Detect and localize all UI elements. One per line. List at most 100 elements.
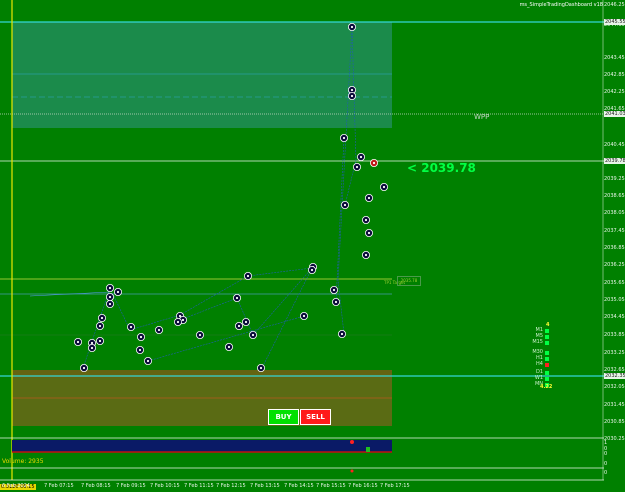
order-marker-core bbox=[372, 161, 376, 165]
timeframe-top-value: 4 bbox=[546, 322, 550, 328]
order-marker-core bbox=[342, 136, 346, 140]
order-marker-core bbox=[244, 320, 248, 324]
order-marker-core bbox=[138, 348, 142, 352]
order-marker-core bbox=[181, 318, 185, 322]
time-axis-label: 7 Feb 13:15 bbox=[250, 483, 280, 489]
timeframe-label-m15: M15 bbox=[532, 339, 543, 345]
order-marker-core bbox=[382, 185, 386, 189]
indicator-marker bbox=[350, 469, 354, 473]
order-marker-core bbox=[108, 286, 112, 290]
timeframe-signal-m15 bbox=[545, 341, 549, 345]
order-marker-core bbox=[334, 300, 338, 304]
time-axis-label: 6 Feb 2024 bbox=[2, 483, 30, 489]
price-axis-label: 2038.05 bbox=[604, 210, 625, 216]
order-marker-core bbox=[108, 295, 112, 299]
timeframe-signal-d1 bbox=[545, 371, 549, 375]
order-marker-core bbox=[332, 288, 336, 292]
order-marker-core bbox=[367, 196, 371, 200]
volume-axis-label: 0 bbox=[604, 451, 608, 457]
timeframe-signal-m30 bbox=[545, 351, 549, 355]
time-axis-label: 7 Feb 11:15 bbox=[184, 483, 214, 489]
order-marker-core bbox=[98, 324, 102, 328]
volume-marker-red bbox=[350, 440, 354, 444]
volume-label: Volume: 2935 bbox=[2, 458, 44, 465]
price-axis-label: 2035.05 bbox=[604, 297, 625, 303]
timeframe-bottom-value: 4.22 bbox=[540, 384, 553, 390]
current-price-callout: < 2039.78 bbox=[407, 161, 476, 175]
tp-value-box: 2035.78 bbox=[397, 276, 421, 286]
order-marker-core bbox=[359, 155, 363, 159]
time-axis-label: 7 Feb 07:15 bbox=[44, 483, 74, 489]
price-axis-label: 2039.25 bbox=[604, 176, 625, 182]
price-axis-label: 2043.45 bbox=[604, 55, 625, 61]
time-axis-label: 7 Feb 16:15 bbox=[348, 483, 378, 489]
time-axis-label: 7 Feb 14:15 bbox=[284, 483, 314, 489]
order-marker-core bbox=[350, 94, 354, 98]
volume-axis-label: 0 bbox=[604, 470, 608, 476]
price-axis-label: 2036.85 bbox=[604, 245, 625, 251]
order-marker-core bbox=[237, 324, 241, 328]
order-marker-core bbox=[235, 296, 239, 300]
price-axis-label: 2038.65 bbox=[604, 193, 625, 199]
window-title: ms_SimpleTradingDashboard v18 bbox=[519, 2, 603, 8]
price-axis-label: 2042.25 bbox=[604, 89, 625, 95]
timeframe-signal-h4 bbox=[545, 363, 549, 367]
time-axis-label: 7 Feb 15:15 bbox=[316, 483, 346, 489]
volume-marker-green bbox=[366, 447, 370, 452]
price-axis-label: 2037.45 bbox=[604, 228, 625, 234]
price-axis-label: 2034.45 bbox=[604, 314, 625, 320]
order-marker-core bbox=[246, 274, 250, 278]
order-marker-core bbox=[100, 316, 104, 320]
order-marker-core bbox=[139, 335, 143, 339]
order-marker-core bbox=[259, 366, 263, 370]
time-axis-label: 7 Feb 09:15 bbox=[116, 483, 146, 489]
order-marker-core bbox=[350, 88, 354, 92]
price-axis-tag-wpp: 2041.03 bbox=[604, 111, 625, 117]
order-marker-core bbox=[198, 333, 202, 337]
order-marker-core bbox=[108, 302, 112, 306]
order-marker-core bbox=[129, 325, 133, 329]
timeframe-signal-m1 bbox=[545, 329, 549, 333]
sell-button[interactable]: SELL bbox=[300, 409, 331, 425]
order-marker-core bbox=[146, 359, 150, 363]
timeframe-signal-m5 bbox=[545, 335, 549, 339]
order-marker-core bbox=[98, 339, 102, 343]
order-marker-core bbox=[364, 253, 368, 257]
wpp-label: WPP bbox=[474, 113, 490, 121]
price-axis-label: 2030.85 bbox=[604, 419, 625, 425]
time-axis-label: 7 Feb 17:15 bbox=[380, 483, 410, 489]
price-axis-label: 2032.05 bbox=[604, 384, 625, 390]
order-marker-core bbox=[116, 290, 120, 294]
order-marker-core bbox=[82, 366, 86, 370]
price-axis-label: 2033.85 bbox=[604, 332, 625, 338]
order-marker-core bbox=[310, 268, 314, 272]
order-marker-core bbox=[302, 314, 306, 318]
volume-panel bbox=[12, 440, 392, 452]
price-axis-tag-lower: 2032.35 bbox=[604, 373, 625, 379]
order-marker-core bbox=[340, 332, 344, 336]
order-marker-core bbox=[227, 345, 231, 349]
time-axis-label: 7 Feb 12:15 bbox=[216, 483, 246, 489]
price-axis-label: 2046.25 bbox=[604, 2, 625, 8]
order-marker-core bbox=[157, 328, 161, 332]
order-marker-core bbox=[350, 25, 354, 29]
order-marker-core bbox=[364, 218, 368, 222]
price-axis-label: 2033.25 bbox=[604, 350, 625, 356]
order-marker-core bbox=[90, 341, 94, 345]
buy-button[interactable]: BUY bbox=[268, 409, 299, 425]
price-axis-tag-upper: 2045.55 bbox=[604, 19, 625, 25]
order-marker-core bbox=[76, 340, 80, 344]
price-axis-label: 2035.65 bbox=[604, 280, 625, 286]
timeframe-signal-h1 bbox=[545, 357, 549, 361]
price-axis-label: 2036.25 bbox=[604, 262, 625, 268]
upper-zone bbox=[12, 22, 392, 128]
order-marker-core bbox=[90, 346, 94, 350]
timeframe-signal-w1 bbox=[545, 377, 549, 381]
timeframe-label-h4: H4 bbox=[536, 361, 543, 367]
trading-chart-window[interactable]: ms_SimpleTradingDashboard v18 2046.25 204… bbox=[0, 0, 625, 492]
order-marker-core bbox=[355, 165, 359, 169]
order-marker-core bbox=[176, 320, 180, 324]
order-marker-core bbox=[367, 231, 371, 235]
order-marker-core bbox=[343, 203, 347, 207]
order-marker-core bbox=[251, 333, 255, 337]
